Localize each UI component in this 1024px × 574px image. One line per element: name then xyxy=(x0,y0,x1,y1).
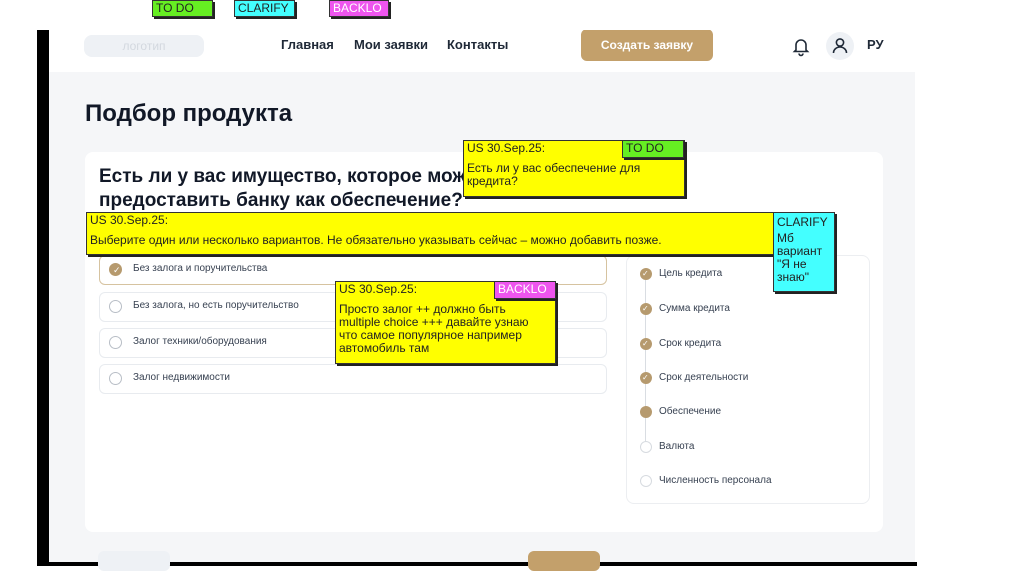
step-label: Цель кредита xyxy=(659,268,723,279)
radio-icon xyxy=(109,372,122,385)
legend-todo-tag: TO DO xyxy=(152,0,213,17)
check-icon: ✓ xyxy=(640,372,652,384)
note-todo-tag: TO DO xyxy=(622,140,684,158)
user-icon[interactable] xyxy=(826,32,854,60)
nav-contacts[interactable]: Контакты xyxy=(447,37,508,52)
empty-step-dot-icon xyxy=(640,475,652,487)
logo-placeholder[interactable]: логотип xyxy=(84,35,204,57)
next-button[interactable] xyxy=(528,551,600,571)
legend-backlog-tag: BACKLO G xyxy=(329,0,389,17)
option-label: Залог недвижимости xyxy=(133,372,231,383)
note-text: Есть ли у вас обеспечение для кредита? xyxy=(467,161,641,188)
note-clarify: US 30.Sep.25: Выберите один или нескольк… xyxy=(86,212,776,255)
nav-my-requests[interactable]: Мои заявки xyxy=(354,37,428,52)
option-real-estate-collateral[interactable]: Залог недвижимости xyxy=(99,364,607,394)
radio-icon xyxy=(109,300,122,313)
check-icon: ✓ xyxy=(640,303,652,315)
step-label: Обеспечение xyxy=(659,406,722,417)
step-label: Численность персонала xyxy=(659,475,772,486)
current-step-dot-icon xyxy=(640,406,652,418)
step-label: Срок деятельности xyxy=(659,372,749,383)
note-backlog-tag: BACKLO G xyxy=(494,281,556,299)
option-label: Залог техники/оборудования xyxy=(133,336,267,347)
step-label: Сумма кредита xyxy=(659,303,730,314)
legend-clarify-tag: CLARIFY xyxy=(234,0,295,17)
note-text: Просто залог ++ должно быть multiple cho… xyxy=(339,302,529,355)
create-request-button[interactable]: Создать заявку xyxy=(581,30,713,61)
check-icon: ✓ xyxy=(640,268,652,280)
screen-frame-left xyxy=(37,30,49,566)
note-clarify-tag: CLARIFY Мб вариант "Я не знаю" xyxy=(773,212,835,292)
note-header: US 30.Sep.25: xyxy=(90,213,169,227)
option-label: Без залога и поручительства xyxy=(133,263,268,274)
top-header: логотип Главная Мои заявки Контакты Созд… xyxy=(49,30,915,72)
radio-icon xyxy=(109,336,122,349)
empty-step-dot-icon xyxy=(640,441,652,453)
check-icon: ✓ xyxy=(640,338,652,350)
page-title: Подбор продукта xyxy=(85,100,293,127)
back-button[interactable] xyxy=(98,551,170,571)
note-text: Выберите один или несколько вариантов. Н… xyxy=(90,233,662,247)
clarify-tag-text: Мб вариант "Я не знаю" xyxy=(777,231,823,284)
nav-home[interactable]: Главная xyxy=(281,37,334,52)
option-label: Без залога, но есть поручительство xyxy=(133,300,299,311)
language-switch[interactable]: РУ xyxy=(867,37,884,52)
clarify-tag-label: CLARIFY xyxy=(777,215,828,229)
bell-icon[interactable] xyxy=(789,34,813,58)
step-label: Срок кредита xyxy=(659,338,722,349)
step-label: Валюта xyxy=(659,441,695,452)
radio-checked-icon: ✓ xyxy=(109,263,122,276)
